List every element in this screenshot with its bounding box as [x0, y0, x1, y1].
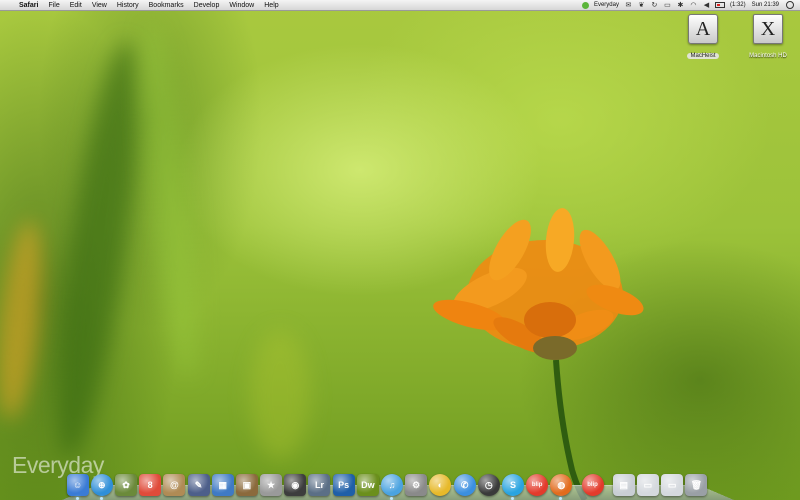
- dock-item-photoshop[interactable]: Ps: [332, 474, 355, 496]
- dock-item-window-2[interactable]: ▭: [661, 474, 684, 496]
- everyday-icon[interactable]: [581, 1, 589, 9]
- sync-icon[interactable]: ↻: [650, 2, 659, 9]
- spotlight-icon[interactable]: [786, 1, 794, 9]
- star-app-icon: ★: [267, 479, 276, 490]
- wallpaper-flower: [433, 208, 644, 500]
- dock-item-script-app[interactable]: ⚙: [405, 474, 428, 496]
- safari-icon: ⊕: [98, 479, 106, 490]
- dock-item-photo-booth[interactable]: ◉: [284, 474, 307, 496]
- adium-icon: ◐: [437, 479, 444, 490]
- dock-item-window-1[interactable]: ▭: [636, 474, 659, 496]
- desktop-icon-label: Macintosh HD: [749, 53, 787, 59]
- menu-history[interactable]: History: [112, 0, 144, 11]
- dock-item-dreamweaver[interactable]: Dw: [356, 474, 379, 496]
- twitter-icon[interactable]: ❦: [637, 2, 646, 9]
- address-book-icon: @: [169, 479, 179, 490]
- status-menus: Everyday ✉ ❦ ↻ ▭ ✱ ◠ ◀ (1:32) Sun 21:39: [581, 0, 800, 11]
- wifi-icon[interactable]: ◠: [689, 2, 698, 9]
- blip-icon: blip: [531, 482, 543, 488]
- photo-booth-icon: ◉: [291, 479, 300, 490]
- dock-item-finder[interactable]: ☺: [66, 474, 89, 500]
- preview-icon: ▣: [242, 479, 252, 490]
- skype-icon: S: [509, 479, 516, 490]
- ical-icon: 8: [147, 479, 153, 490]
- dock-item-pen-app[interactable]: ✎: [187, 474, 210, 496]
- macheist-icon: A: [688, 14, 718, 44]
- dock-item-skype[interactable]: S: [501, 474, 524, 500]
- dock-item-preview[interactable]: ▣: [235, 474, 258, 496]
- dock-item-trash[interactable]: 🗑: [685, 474, 708, 496]
- dock-item-iphoto[interactable]: ✿: [114, 474, 137, 496]
- dock: ☺ ⊕ ✿ 8 @ ✎ ▦ ▣ ★ ◉ Lr Ps Dw ♫ ⚙ ◐ ✆ ◷ Sblip ◍ blip ▤ ▭ ▭ 🗑: [66, 466, 732, 500]
- time-machine-icon: ◷: [484, 479, 493, 490]
- dock-item-document[interactable]: ▤: [612, 474, 635, 496]
- trash-icon: 🗑: [690, 479, 702, 490]
- finder-icon: ☺: [72, 479, 83, 490]
- menu-clock[interactable]: Sun 21:39: [749, 2, 782, 8]
- dock-item-lightroom[interactable]: Lr: [308, 474, 331, 496]
- ichat-icon: ✆: [460, 479, 469, 490]
- dock-item-blip-2[interactable]: blip: [581, 474, 604, 496]
- blip-2-icon: blip: [587, 482, 598, 488]
- mail-icon[interactable]: ✉: [624, 2, 633, 9]
- itunes-icon: ♫: [388, 479, 396, 490]
- dock-item-ical[interactable]: 8: [139, 474, 162, 496]
- dock-item-adium[interactable]: ◐: [429, 474, 452, 496]
- lightroom-icon: Lr: [314, 479, 324, 490]
- battery-icon[interactable]: [714, 2, 725, 8]
- menu-view[interactable]: View: [87, 0, 112, 11]
- bluetooth-icon[interactable]: ✱: [676, 2, 685, 9]
- window-1-icon: ▭: [643, 479, 653, 490]
- chart-app-icon: ▦: [218, 479, 227, 490]
- desktop-icon-macintosh-hd[interactable]: X Macintosh HD: [745, 14, 791, 62]
- app-menu[interactable]: Safari: [14, 0, 43, 11]
- everyday-status[interactable]: Everyday: [591, 2, 622, 8]
- document-icon: ▤: [619, 479, 628, 490]
- desktop-icon-macheist[interactable]: A MacHeist: [680, 14, 726, 62]
- battery-time[interactable]: (1:32): [727, 2, 749, 8]
- dock-item-ichat[interactable]: ✆: [453, 474, 476, 496]
- volume-icon[interactable]: ◀: [702, 2, 711, 9]
- dock-item-star-app[interactable]: ★: [260, 474, 283, 496]
- window-2-icon: ▭: [667, 479, 677, 490]
- flower-petals: [433, 208, 644, 360]
- menu-bookmarks[interactable]: Bookmarks: [144, 0, 189, 11]
- hard-disk-icon: X: [753, 14, 783, 44]
- desktop-icon-label: MacHeist: [687, 53, 719, 59]
- dock-item-itunes[interactable]: ♫: [381, 474, 404, 500]
- iphoto-icon: ✿: [122, 479, 130, 490]
- firefox-icon: ◍: [557, 479, 566, 490]
- menu-bar: Safari File Edit View History Bookmarks …: [0, 0, 800, 11]
- dock-item-address-book[interactable]: @: [163, 474, 186, 496]
- menu-window[interactable]: Window: [224, 0, 259, 11]
- display-icon[interactable]: ▭: [663, 2, 672, 9]
- script-app-icon: ⚙: [412, 479, 421, 490]
- dock-item-chart-app[interactable]: ▦: [211, 474, 234, 496]
- dock-item-blip[interactable]: blip: [526, 474, 549, 496]
- dock-item-time-machine[interactable]: ◷: [477, 474, 500, 496]
- dock-item-firefox[interactable]: ◍: [550, 474, 573, 500]
- menu-develop[interactable]: Develop: [189, 0, 225, 11]
- menu-edit[interactable]: Edit: [65, 0, 87, 11]
- dock-item-safari[interactable]: ⊕: [90, 474, 113, 500]
- menu-help[interactable]: Help: [259, 0, 283, 11]
- dreamweaver-icon: Dw: [361, 479, 375, 490]
- pen-app-icon: ✎: [194, 479, 203, 490]
- menu-file[interactable]: File: [43, 0, 64, 11]
- photoshop-icon: Ps: [338, 479, 350, 490]
